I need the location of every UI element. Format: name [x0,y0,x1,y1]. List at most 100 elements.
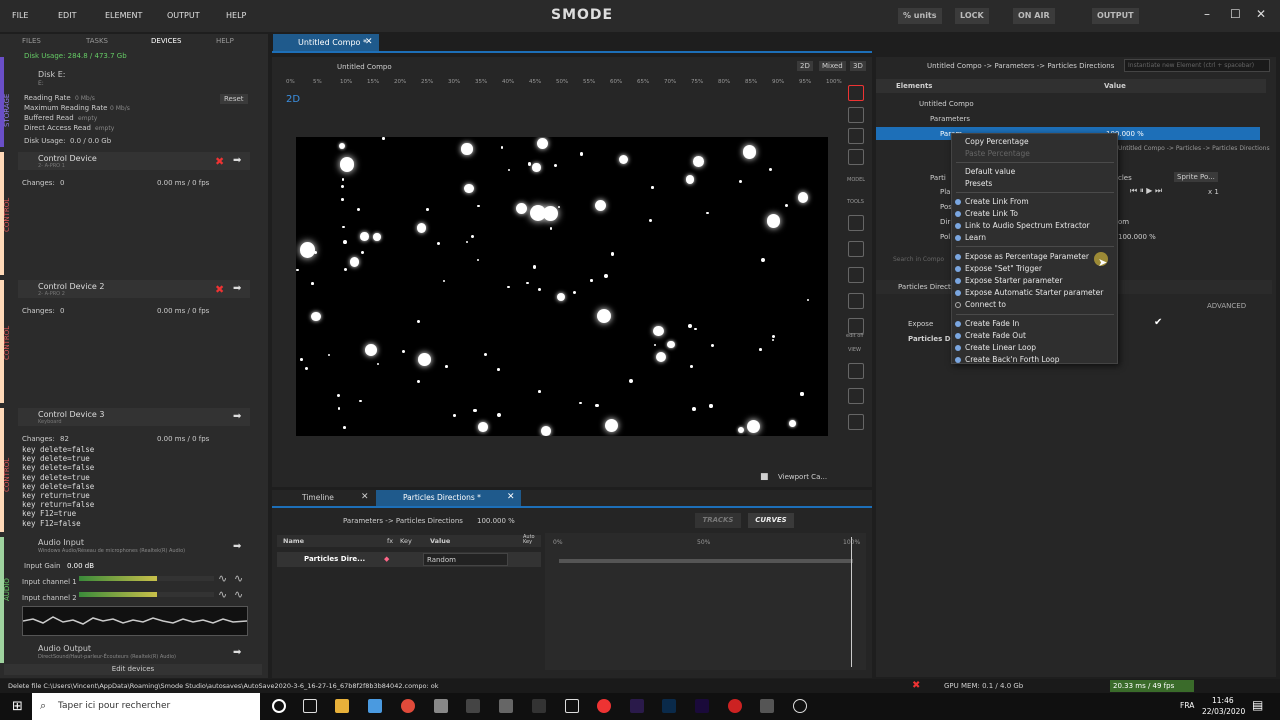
menu-linear-loop[interactable]: Create Linear Loop [965,343,1036,352]
menu-edit[interactable]: EDIT [58,11,76,20]
app-icon[interactable] [499,699,513,713]
remove-device-icon[interactable]: ✖ [215,283,224,296]
close-tab-icon[interactable]: ✕ [507,492,515,502]
menu-expose-auto-starter[interactable]: Expose Automatic Starter parameter [965,288,1103,297]
tab-files[interactable]: FILES [22,37,41,51]
menu-link-audio[interactable]: Link to Audio Spectrum Extractor [965,221,1090,230]
transport-controls[interactable]: ⏮ ⏸ ▶ ⏭ [1130,186,1162,196]
tree-item-particles[interactable]: Parti [930,174,946,182]
arrow-right-icon[interactable]: ➡ [233,411,241,422]
error-icon[interactable]: ✖ [912,680,920,691]
cortana-icon[interactable] [272,699,286,713]
curves-button[interactable]: CURVES [748,513,794,528]
reset-button[interactable]: Reset [220,94,248,104]
tree-item-parameters[interactable]: Parameters [930,115,970,123]
remove-device-icon[interactable]: ✖ [215,155,224,168]
advanced-toggle[interactable]: ADVANCED [1207,302,1246,310]
menu-expose-starter[interactable]: Expose Starter parameter [965,276,1062,285]
playhead[interactable] [851,537,852,667]
mode-3d-button[interactable]: 3D [850,61,866,71]
sprite-select[interactable]: Sprite Po... [1174,172,1218,182]
camera-view-icon[interactable] [848,388,864,404]
close-tab-icon[interactable]: ✕ [361,492,369,502]
menu-presets[interactable]: Presets [965,179,992,188]
menu-expose-percentage[interactable]: Expose as Percentage Parameter [965,252,1089,261]
smode-icon[interactable] [532,699,546,713]
app-icon[interactable] [565,699,579,713]
premiere-icon[interactable] [630,699,644,713]
tree-item-pol[interactable]: Pol [940,233,950,241]
menu-element[interactable]: ELEMENT [105,11,142,20]
key-icon[interactable]: ◆ [384,555,389,563]
timeline-row[interactable]: Particles Dire... ◆ Random [277,552,541,567]
grid-icon[interactable] [848,363,864,379]
arrow-right-icon[interactable]: ➡ [233,155,241,166]
smode-icon[interactable] [466,699,480,713]
record-app-icon[interactable] [597,699,611,713]
menu-fade-in[interactable]: Create Fade In [965,319,1019,328]
menu-create-link-from[interactable]: Create Link From [965,197,1029,206]
tree-item-dir[interactable]: Dir [940,218,950,226]
menu-fade-out[interactable]: Create Fade Out [965,331,1026,340]
app-icon[interactable] [434,699,448,713]
output-button[interactable]: OUTPUT [1092,8,1139,24]
arrow-right-icon[interactable]: ➡ [233,647,241,658]
maximize-icon[interactable]: ☐ [1230,7,1241,21]
wave-icon[interactable]: ∿ [218,588,227,601]
settings-icon[interactable] [793,699,807,713]
tab-timeline[interactable]: Timeline [302,493,334,502]
record-icon[interactable] [848,85,864,101]
menu-expose-set-trigger[interactable]: Expose "Set" Trigger [965,264,1042,273]
tab-help[interactable]: HELP [216,37,234,51]
timeline-track[interactable] [559,559,853,563]
input-gain-value[interactable]: 0.00 dB [67,562,94,570]
wave-icon[interactable]: ∿ [234,572,243,585]
check-icon[interactable]: ✔ [1154,317,1162,328]
particles-canvas[interactable] [296,137,828,436]
arrow-right-icon[interactable]: ➡ [233,541,241,552]
notifications-icon[interactable]: ▤ [1252,698,1263,712]
wave-icon[interactable]: ∿ [218,572,227,585]
clock-time[interactable]: 11:46 [1212,696,1234,705]
tree-item-pla[interactable]: Pla [940,188,950,196]
move-icon[interactable] [848,241,864,257]
tree-item-compo[interactable]: Untitled Compo [919,100,974,108]
close-icon[interactable]: ✕ [1256,7,1266,21]
menu-back-forth-loop[interactable]: Create Back'n Forth Loop [965,355,1060,364]
minimize-icon[interactable]: – [1204,7,1210,21]
zoom-icon[interactable] [848,414,864,430]
mode-mixed-button[interactable]: Mixed [819,61,846,71]
compo-search-input[interactable]: Search in Compo [893,256,953,267]
mode-2d-button[interactable]: 2D [797,61,813,71]
tab-untitled-compo[interactable]: Untitled Compo * ✕ [273,34,379,51]
cube-icon[interactable] [848,128,864,144]
chrome-icon[interactable] [401,699,415,713]
auto-key-col[interactable]: Auto Key [523,535,537,545]
edit-devices-button[interactable]: Edit devices [4,664,262,675]
menu-file[interactable]: FILE [12,11,28,20]
photoshop-icon[interactable] [662,699,676,713]
menu-learn[interactable]: Learn [965,233,986,242]
instantiate-search-input[interactable]: Instantiate new Element (ctrl + spacebar… [1124,59,1270,72]
opera-icon[interactable] [728,699,742,713]
speed-value[interactable]: x 1 [1208,188,1219,196]
units-toggle[interactable]: % units [898,8,942,24]
viewport-camera-select[interactable]: Viewport Ca... [778,473,827,481]
device-header-3[interactable]: Control Device 3 Keyboard [18,408,250,426]
menu-connect-to[interactable]: Connect to [965,300,1006,309]
wave-icon[interactable]: ∿ [234,588,243,601]
menu-output[interactable]: OUTPUT [167,11,200,20]
mode-select[interactable]: Random [423,553,508,566]
tab-devices[interactable]: DEVICES [151,37,181,51]
tab-tasks[interactable]: TASKS [86,37,108,51]
menu-help[interactable]: HELP [226,11,246,20]
taskbar-search-input[interactable]: ⌕ Taper ici pour rechercher [32,693,260,720]
clock-date[interactable]: 22/03/2020 [1202,707,1245,716]
language-indicator[interactable]: FRA [1180,701,1194,710]
cube-icon[interactable] [848,107,864,123]
windows-start-icon[interactable]: ⊞ [12,699,23,714]
cube-icon[interactable] [848,149,864,165]
grid-icon[interactable] [848,318,864,334]
menu-default-value[interactable]: Default value [965,167,1015,176]
edit-icon[interactable] [848,293,864,309]
